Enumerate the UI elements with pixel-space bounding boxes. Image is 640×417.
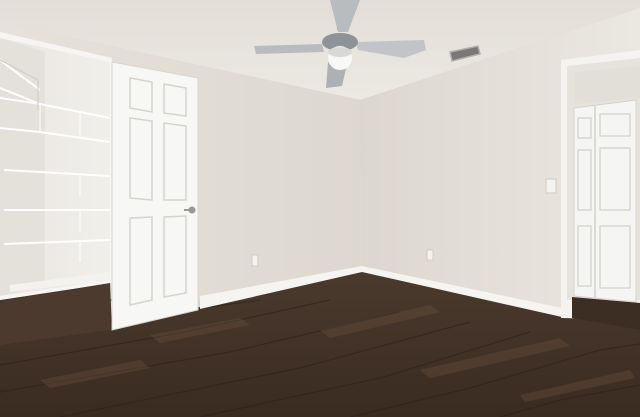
wall-outlet-icon <box>426 249 434 261</box>
open-panel-door <box>111 61 199 331</box>
light-switch-icon <box>545 178 557 194</box>
wall-outlet-icon-2 <box>251 254 259 267</box>
bedroom-photo <box>0 0 640 417</box>
bedroom-scene <box>0 0 640 417</box>
closet-bifold-door <box>573 99 637 303</box>
